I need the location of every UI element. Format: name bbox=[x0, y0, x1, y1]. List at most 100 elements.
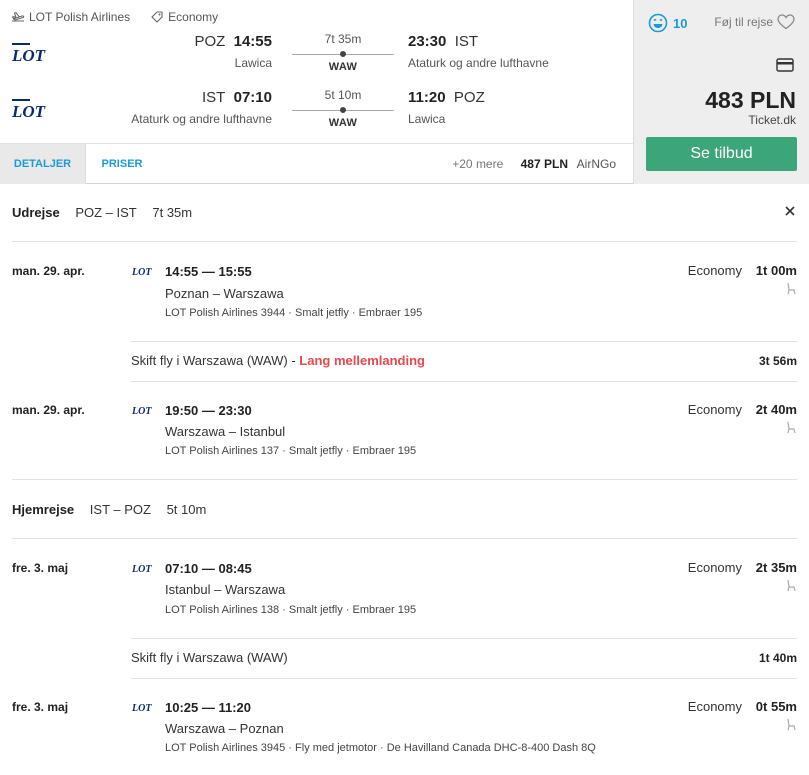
svg-text:LOT: LOT bbox=[11, 102, 46, 120]
seat-icon[interactable] bbox=[785, 718, 796, 731]
seat-icon[interactable] bbox=[785, 579, 796, 592]
return-duration: 5t 10m WAW bbox=[292, 88, 394, 129]
segment-cabin: Economy bbox=[687, 402, 742, 417]
divider bbox=[12, 538, 797, 539]
segment-info: LOT Polish Airlines 138 · Smalt jetfly ·… bbox=[165, 604, 417, 616]
duration: 7t 35m bbox=[324, 32, 362, 46]
segment-cabin: Economy bbox=[687, 560, 742, 575]
lot-logo-icon: LOT bbox=[131, 703, 152, 712]
divider bbox=[131, 381, 797, 382]
segment-times: 10:25 — 11:20 bbox=[165, 700, 252, 715]
add-to-trip[interactable]: Føj til rejse bbox=[714, 14, 795, 30]
layover-duration: 1t 40m bbox=[758, 651, 797, 665]
tab-details[interactable]: DETALJER bbox=[0, 144, 86, 184]
segment-duration: 0t 55m bbox=[755, 699, 797, 714]
segment-info: LOT Polish Airlines 137 · Smalt jetfly ·… bbox=[165, 445, 417, 457]
credit-card-icon[interactable] bbox=[776, 58, 794, 72]
segment-info: LOT Polish Airlines 3944 · Smalt jetfly … bbox=[165, 307, 423, 319]
segment-route: Poznan – Warszawa bbox=[165, 286, 284, 301]
add-to-trip-label: Føj til rejse bbox=[714, 15, 773, 29]
svg-text:LOT: LOT bbox=[131, 564, 152, 573]
layover: Skift fly i Warszawa (WAW) bbox=[131, 650, 288, 665]
return-departure: IST 07:10 Ataturk og andre lufthavne bbox=[80, 88, 272, 126]
section-route: POZ – IST bbox=[75, 205, 137, 220]
return-leg[interactable]: LOT IST 07:10 Ataturk og andre lufthavne… bbox=[0, 88, 633, 132]
section-duration: 7t 35m bbox=[152, 205, 193, 220]
layover-duration: 3t 56m bbox=[758, 354, 797, 368]
itinerary-summary: LOT Polish Airlines Economy LOT POZ 14:5… bbox=[0, 0, 633, 184]
dep-time: 07:10 bbox=[233, 89, 272, 106]
section-route: IST – POZ bbox=[89, 502, 151, 517]
seat-icon[interactable] bbox=[785, 421, 796, 434]
meta-row: LOT Polish Airlines Economy bbox=[11, 9, 238, 25]
segment-info: LOT Polish Airlines 3945 · Fly med jetmo… bbox=[165, 742, 596, 754]
heart-icon[interactable] bbox=[777, 14, 795, 30]
more-offers[interactable]: +20 mere 487 PLN AirNGo bbox=[452, 144, 616, 184]
seat-icon[interactable] bbox=[785, 282, 796, 295]
layover-text: Skift fly i Warszawa (WAW) bbox=[131, 650, 288, 665]
stop-airport: WAW bbox=[328, 61, 358, 73]
rating[interactable]: 10 bbox=[648, 13, 687, 33]
segment-route: Istanbul – Warszawa bbox=[165, 582, 286, 597]
stop-bar bbox=[292, 105, 394, 115]
divider bbox=[12, 479, 797, 480]
close-icon[interactable] bbox=[783, 204, 797, 218]
segment-route: Warszawa – Istanbul bbox=[165, 424, 286, 439]
dep-code: POZ bbox=[194, 33, 226, 50]
more-offers-count[interactable]: +20 mere bbox=[452, 157, 503, 171]
stop-bar bbox=[292, 49, 394, 59]
segment-duration: 1t 00m bbox=[755, 263, 797, 278]
price-panel: 10 Føj til rejse 483 PLN Ticket.dk Se ti… bbox=[633, 0, 809, 184]
card-tabs: DETALJER PRISER +20 mere 487 PLN AirNGo bbox=[0, 143, 633, 184]
lot-logo-icon: LOT bbox=[11, 99, 46, 120]
rating-value: 10 bbox=[673, 15, 688, 31]
cabin-class: Economy bbox=[168, 10, 219, 24]
section-title: Udrejse bbox=[12, 205, 60, 220]
see-deal-button[interactable]: Se tilbud bbox=[646, 137, 797, 171]
segment-times: 07:10 — 08:45 bbox=[165, 561, 252, 576]
arr-time: 11:20 bbox=[408, 89, 446, 106]
return-section-header: Hjemrejse IST – POZ 5t 10m bbox=[12, 501, 218, 519]
long-layover-warning: Lang mellemlanding bbox=[299, 353, 425, 368]
dep-airport: Ataturk og andre lufthavne bbox=[131, 112, 272, 126]
stop-dot bbox=[340, 107, 346, 113]
airline-name: LOT Polish Airlines bbox=[29, 10, 131, 24]
divider bbox=[131, 638, 797, 639]
svg-text:LOT: LOT bbox=[11, 46, 46, 64]
tab-prices[interactable]: PRISER bbox=[86, 144, 158, 184]
stop-dot bbox=[340, 51, 346, 57]
arr-time: 23:30 bbox=[408, 33, 447, 50]
divider bbox=[131, 341, 797, 342]
layover-sep: - bbox=[287, 353, 300, 368]
lot-logo-icon: LOT bbox=[131, 406, 152, 415]
svg-text:LOT: LOT bbox=[131, 406, 152, 415]
provider-name: Ticket.dk bbox=[748, 113, 796, 127]
outbound-leg[interactable]: LOT POZ 14:55 Lawica 7t 35m WAW 23:30 IS… bbox=[0, 32, 633, 76]
segment-times: 14:55 — 15:55 bbox=[165, 264, 252, 279]
arr-airport: Lawica bbox=[408, 112, 446, 126]
plane-icon bbox=[11, 12, 25, 22]
return-arrival: 11:20 POZ Lawica bbox=[408, 88, 628, 126]
segment-date: fre. 3. maj bbox=[12, 561, 69, 575]
outbound-duration: 7t 35m WAW bbox=[292, 32, 394, 73]
alt-price: 487 PLN bbox=[520, 157, 568, 171]
price: 483 PLN bbox=[705, 87, 796, 113]
cabin-meta: Economy bbox=[150, 10, 218, 24]
arr-code: IST bbox=[454, 33, 479, 50]
arr-code: POZ bbox=[453, 89, 485, 106]
alt-provider: AirNGo bbox=[576, 157, 616, 171]
outbound-section-header: Udrejse POZ – IST 7t 35m bbox=[12, 204, 204, 222]
lot-logo-icon: LOT bbox=[11, 43, 46, 64]
tag-icon bbox=[151, 11, 163, 23]
segment-date: man. 29. apr. bbox=[12, 264, 85, 278]
section-title: Hjemrejse bbox=[12, 502, 75, 517]
segment-cabin: Economy bbox=[687, 699, 742, 714]
dep-airport: Lawica bbox=[234, 56, 272, 70]
lot-logo-icon: LOT bbox=[131, 564, 152, 573]
duration: 5t 10m bbox=[324, 88, 362, 102]
segment-cabin: Economy bbox=[687, 263, 742, 278]
layover-text: Skift fly i Warszawa (WAW) bbox=[131, 353, 288, 368]
segment-route: Warszawa – Poznan bbox=[165, 721, 284, 736]
segment-times: 19:50 — 23:30 bbox=[165, 403, 252, 418]
layover: Skift fly i Warszawa (WAW) - Lang mellem… bbox=[131, 353, 425, 368]
